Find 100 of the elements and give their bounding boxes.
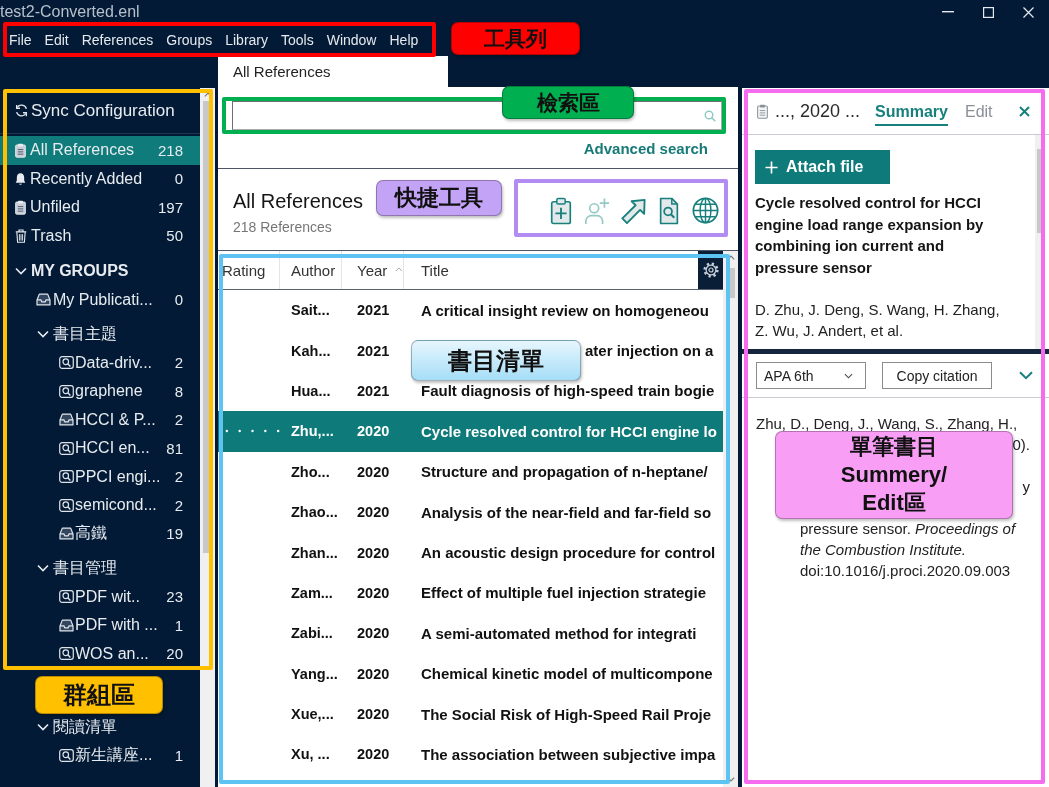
item-count: 2 — [174, 354, 183, 372]
library-tab[interactable]: All References — [218, 56, 448, 87]
sidebar-item[interactable]: PPCI engi... 2 — [0, 462, 200, 491]
search-folder-icon — [59, 384, 74, 398]
group-set-header[interactable]: 書目管理 — [0, 557, 200, 580]
menu-item[interactable]: Library — [225, 32, 268, 48]
clipboard-plus-icon — [548, 196, 574, 225]
reference-heading: ..., 2020 ... — [775, 100, 861, 122]
author-list: D. Zhu, J. Deng, S. Wang, H. Zhang, Z. Wu, J. Andert, et al. — [755, 299, 1017, 341]
copy-citation-button[interactable]: Copy citation — [882, 362, 992, 389]
item-count: 81 — [166, 439, 183, 457]
sidebar-item[interactable]: graphene 8 — [0, 377, 200, 406]
item-count: 50 — [166, 227, 183, 245]
menu-item[interactable]: Edit — [44, 32, 69, 48]
author-name: Zabi... — [291, 625, 333, 642]
reference-title: Chemical kinetic model of multicompone — [421, 665, 713, 683]
menu-item[interactable]: Help — [389, 32, 419, 48]
panel-tab[interactable]: Summary — [875, 98, 948, 126]
menu-item[interactable]: References — [81, 32, 154, 48]
author-name: Zhao... — [291, 504, 338, 521]
arrow-icon — [620, 196, 646, 225]
attach-file-button[interactable]: Attach file — [755, 150, 890, 184]
reference-title: A critical insight review on homogeneou — [421, 301, 709, 319]
item-count: 1 — [174, 616, 183, 634]
tray-icon — [36, 293, 51, 307]
style-dropdown[interactable]: APA 6th — [756, 362, 866, 389]
sidebar-item[interactable]: Unfiled 197 — [0, 193, 200, 222]
sidebar-item[interactable]: All References 218 — [0, 136, 200, 165]
group-set-header[interactable]: 閱讀清單 — [0, 716, 200, 739]
section-header[interactable]: MY GROUPS — [0, 257, 200, 286]
sidebar-item[interactable]: semicond... 2 — [0, 491, 200, 520]
item-count: 23 — [166, 588, 183, 606]
scroll-thumb[interactable] — [1036, 149, 1044, 233]
citation-text: 0). — [1012, 435, 1030, 455]
annotation-tooltip: 單筆書目 Summery/ Edit區 — [775, 431, 1013, 519]
column-header[interactable]: Title — [404, 251, 698, 289]
sidebar-item[interactable]: PDF with ... 1 — [0, 611, 200, 640]
window-title: test2-Converted.enl — [0, 3, 140, 21]
reference-row[interactable]: Zhu,... 2020 Cycle resolved control for HCCI engine lo — [218, 411, 723, 452]
search-icon — [704, 109, 716, 122]
sidebar-item[interactable]: Data-driv... 2 — [0, 348, 200, 377]
search-folder-icon — [59, 590, 74, 604]
scroll-up-icon — [203, 92, 212, 97]
item-count: 2 — [174, 468, 183, 486]
item-count: 0 — [174, 170, 183, 188]
publication-year: 2020 — [357, 584, 390, 601]
expand-button[interactable] — [1018, 369, 1034, 382]
chevron-down-icon — [844, 372, 853, 379]
reference-title: Cycle resolved control for HCCI engine load range expansion by combining ion current and pressure sensor — [755, 193, 985, 278]
author-name: Sait... — [291, 302, 330, 319]
sidebar-item[interactable]: HCCI en... 81 — [0, 434, 200, 463]
sidebar-item[interactable]: My Publicati... 0 — [0, 285, 200, 314]
close-panel-button[interactable] — [1017, 104, 1031, 118]
column-header[interactable]: Year — [342, 251, 404, 289]
reference-title: Fault diagnosis of high-speed train bogie — [421, 382, 715, 400]
tray-icon — [59, 618, 74, 632]
search-folder-icon — [59, 470, 74, 484]
search-folder-icon — [59, 356, 74, 370]
menu-item[interactable]: Groups — [166, 32, 213, 48]
author-name: Zho... — [291, 463, 330, 480]
sidebar-item[interactable]: 高鐵 19 — [0, 519, 200, 548]
search-folder-icon — [59, 647, 74, 661]
item-count: 2 — [174, 496, 183, 514]
author-name: Zam... — [291, 584, 333, 601]
scroll-thumb[interactable] — [203, 101, 212, 553]
sidebar-item[interactable]: HCCI & P... 2 — [0, 405, 200, 434]
search-folder-icon — [59, 749, 74, 763]
bell-icon — [15, 171, 26, 186]
menu-item[interactable]: Window — [326, 32, 377, 48]
publication-year: 2020 — [357, 463, 390, 480]
sidebar-item[interactable]: 新生講座... 1 — [0, 741, 200, 770]
tray-icon — [59, 527, 74, 541]
publication-year: 2021 — [357, 382, 390, 399]
item-count: 2 — [174, 411, 183, 429]
column-header[interactable]: Rating — [218, 251, 280, 289]
group-set-header[interactable]: 書目主題 — [0, 323, 200, 346]
publication-year: 2020 — [357, 423, 390, 440]
sidebar-item[interactable]: WOS an... 20 — [0, 639, 200, 668]
advanced-search-link[interactable]: Advanced search — [583, 140, 708, 160]
sidebar-item[interactable]: Recently Added 0 — [0, 164, 200, 193]
item-count: 197 — [157, 198, 183, 216]
publication-year: 2020 — [357, 544, 390, 561]
item-count: 20 — [166, 645, 183, 663]
toolbar-button[interactable] — [690, 194, 720, 227]
citation-text: Zhu, D., Deng, J., Wang, S., Zhang, H., — [756, 414, 1018, 434]
citation-text: y — [1022, 477, 1030, 497]
author-name: Zhan... — [291, 544, 338, 561]
author-name: Xu, ... — [291, 746, 330, 763]
menu-item[interactable]: Tools — [281, 32, 314, 48]
search-folder-icon — [59, 441, 74, 455]
publication-year: 2020 — [357, 625, 390, 642]
column-header[interactable]: Author — [280, 251, 342, 289]
reference-title: ater injection on a — [585, 342, 714, 360]
sidebar-item[interactable]: Trash 50 — [0, 221, 200, 250]
menu-item[interactable]: File — [9, 32, 32, 48]
annotation-tooltip: 書目清單 — [411, 340, 581, 381]
item-count: 19 — [166, 525, 183, 543]
clipboard-icon — [15, 199, 26, 215]
sidebar-item[interactable]: PDF wit.. 23 — [0, 582, 200, 611]
annotation-tooltip: 群組區 — [35, 676, 163, 714]
